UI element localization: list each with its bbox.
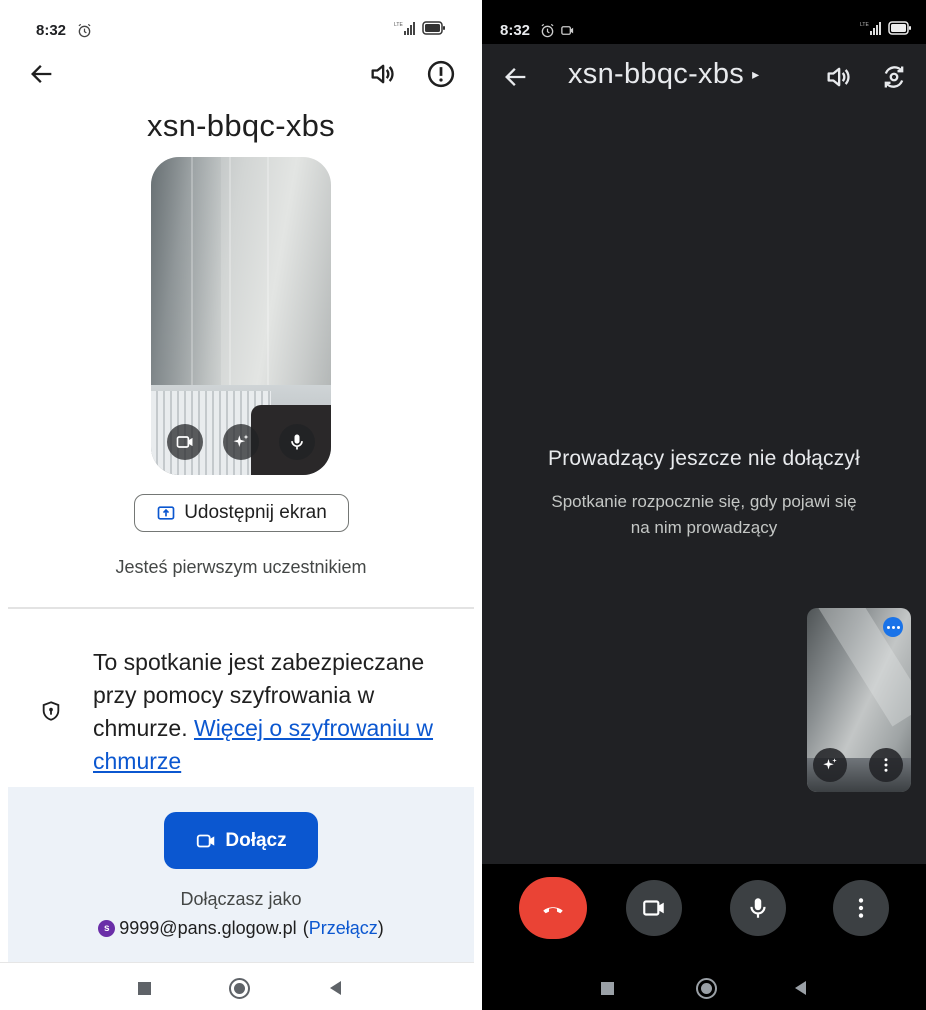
lte-signal-icon: LTE [860,20,882,36]
system-nav-bar [482,962,926,1010]
report-problem-icon[interactable] [426,59,456,89]
more-options-button[interactable] [833,880,889,936]
microphone-icon [291,434,303,450]
recents-nav-icon[interactable] [138,982,151,995]
join-button-label: Dołącz [225,829,287,851]
meeting-title[interactable]: xsn-bbqc-xbs ▸ [568,58,759,91]
screenshot-pair: 8:32 LTE xsn-bbqc-xbs Udostępnij ekran J… [0,0,926,1010]
host-not-joined-subtext: Spotkanie rozpocznie się, gdy pojawi się… [551,492,857,537]
volume-icon[interactable] [824,63,852,91]
join-button[interactable]: Dołącz [164,812,318,869]
lte-signal-icon: LTE [394,20,416,36]
status-time: 8:32 [500,22,531,39]
alarm-clock-icon [77,23,92,38]
effects-sparkle-icon [823,758,837,770]
back-nav-icon[interactable] [795,981,806,995]
share-screen-button[interactable]: Udostępnij ekran [134,494,349,532]
meeting-code-title: xsn-bbqc-xbs [147,108,335,143]
prejoin-screen: 8:32 LTE xsn-bbqc-xbs Udostępnij ekran J… [0,0,474,1010]
in-call-screen: 8:32 LTE xsn-bbqc-xbs ▸ Prowadzący jeszc… [482,0,926,1010]
arrow-back-icon[interactable] [28,60,56,88]
svg-text:LTE: LTE [860,22,869,28]
more-vert-icon [884,758,888,772]
first-participant-text: Jesteś pierwszym uczestnikiem [115,557,367,577]
toggle-mic-button[interactable] [279,424,315,460]
microphone-icon [750,898,766,918]
toggle-camera-button[interactable] [167,424,203,460]
recents-nav-icon[interactable] [601,982,614,995]
switch-account-link[interactable]: Przełącz [309,918,378,939]
status-bar: 8:32 LTE [0,0,474,56]
joining-as-label: Dołączasz jako [180,889,302,909]
screen-record-icon [560,23,575,38]
home-nav-icon[interactable] [696,978,717,999]
tile-effects-button[interactable] [813,748,847,782]
paren-close: ) [377,918,384,938]
meeting-code-title: xsn-bbqc-xbs [568,58,745,90]
tile-more-button[interactable] [869,748,903,782]
system-icons: LTE [394,20,446,36]
present-screen-icon [157,506,175,520]
battery-icon [422,21,446,35]
svg-text:LTE: LTE [394,22,403,28]
system-icons: LTE [860,20,912,36]
battery-icon [888,21,912,35]
audio-indicator-icon [883,617,903,637]
alarm-clock-icon [540,23,555,38]
end-call-icon [543,907,563,914]
preview-shadow [151,157,221,397]
encryption-notice: To spotkanie jest zabezpieczane przy pom… [93,646,453,778]
volume-icon[interactable] [368,60,396,88]
toggle-camera-button[interactable] [626,880,682,936]
blind-stripe [229,157,231,387]
status-time: 8:32 [36,22,67,39]
blind-stripe [191,157,193,387]
end-call-button[interactable] [519,877,587,939]
caret-right-icon: ▸ [752,66,760,82]
account-line: s 9999@pans.glogow.pl (Przełącz) [0,918,474,939]
camera-icon [643,900,664,916]
blind-stripe [267,157,269,387]
account-email: 9999@pans.glogow.pl [119,918,297,938]
toggle-mic-button[interactable] [730,880,786,936]
camera-icon [176,436,193,448]
back-nav-icon[interactable] [330,981,341,995]
effects-button[interactable] [223,424,259,460]
host-not-joined-heading: Prowadzący jeszcze nie dołączył [547,447,860,470]
effects-sparkle-icon [233,434,249,447]
camera-icon [197,834,215,847]
flip-camera-icon[interactable] [880,63,908,91]
arrow-back-icon[interactable] [502,63,530,91]
shield-icon [40,700,62,722]
divider [8,607,474,609]
avatar: s [98,920,116,937]
share-screen-label: Udostępnij ekran [184,502,327,523]
home-nav-icon[interactable] [229,978,250,999]
more-vert-icon [858,898,864,918]
